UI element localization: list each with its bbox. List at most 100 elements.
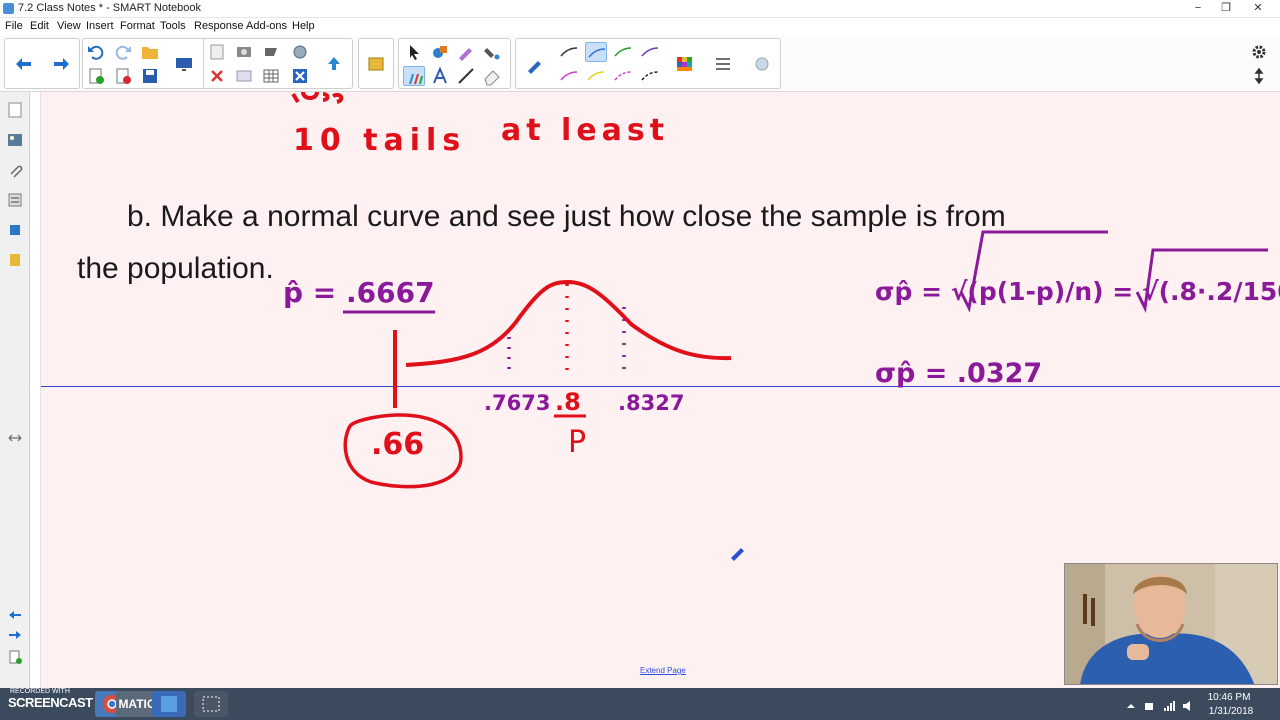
sidebar-forward-icon[interactable] (7, 627, 23, 643)
fill-icon[interactable] (481, 42, 503, 62)
line-width-icon[interactable] (712, 54, 734, 74)
network-tray-icon[interactable] (1163, 699, 1175, 711)
webcam-overlay (1064, 563, 1278, 685)
menu-view[interactable]: View (57, 20, 81, 32)
pen-color-magenta-dashed[interactable] (612, 66, 634, 86)
cut-off-ink (291, 92, 344, 104)
attachments-icon[interactable] (7, 162, 23, 178)
windows-taskbar: RECORDED WITH SCREENCAST MATIC (0, 688, 1280, 720)
phat-label: p̂ = .6667 (283, 276, 435, 309)
document-camera-icon[interactable] (289, 42, 311, 62)
canvas-margin (30, 92, 41, 688)
taskbar-smart-notebook-icon[interactable] (152, 691, 186, 717)
pen-style-icon[interactable] (524, 54, 546, 74)
tools-group (398, 38, 511, 89)
delete-page-icon[interactable] (112, 66, 134, 86)
undo-icon[interactable] (85, 42, 107, 62)
extend-page-link[interactable]: Extend Page (640, 666, 686, 675)
measurement-tools-icon[interactable] (323, 54, 345, 74)
recorded-with-label: RECORDED WITH (10, 688, 70, 695)
lock-icon[interactable] (365, 54, 387, 74)
pen-cursor-icon (731, 548, 744, 561)
screen-capture-icon[interactable] (233, 42, 255, 62)
shape-icon[interactable] (429, 42, 451, 62)
power-tray-icon[interactable] (1143, 699, 1155, 711)
expand-sidebar-icon[interactable] (7, 430, 23, 446)
display-icon[interactable] (173, 54, 195, 74)
pen-color-blue[interactable] (585, 42, 607, 62)
restore-button[interactable]: ❐ (1216, 2, 1236, 15)
p-axis-label: P (568, 425, 586, 460)
taskbar-snipping-icon[interactable] (194, 691, 228, 717)
tick-label-right: .8327 (618, 391, 684, 415)
properties-icon[interactable] (7, 192, 23, 208)
addons-icon[interactable] (7, 222, 23, 238)
sigma-value: σp̂ = .0327 (875, 358, 1042, 389)
tick-label-left: .7673 (484, 391, 550, 415)
menu-addons[interactable]: Add-ons (246, 20, 287, 32)
sidebar-back-icon[interactable] (7, 607, 23, 623)
volume-tray-icon[interactable] (1182, 699, 1194, 711)
menu-file[interactable]: File (5, 20, 23, 32)
smart-notebook-window: 7.2 Class Notes * - SMART Notebook − ❐ ✕… (0, 0, 1280, 720)
minimize-button[interactable]: − (1188, 2, 1208, 15)
forward-arrow-icon[interactable] (50, 54, 72, 74)
eraser-icon[interactable] (481, 66, 503, 86)
paste-icon[interactable] (206, 42, 228, 62)
pen-color-black[interactable] (558, 42, 580, 62)
screencast-logo: SCREENCAST (8, 695, 93, 710)
redo-icon[interactable] (112, 42, 134, 62)
screen-shade-icon[interactable] (233, 66, 255, 86)
page-sorter-icon[interactable] (7, 102, 23, 118)
text-icon[interactable] (429, 66, 451, 86)
lesson-activity-icon[interactable] (7, 252, 23, 268)
back-arrow-icon[interactable] (13, 54, 35, 74)
delete-icon[interactable] (206, 66, 228, 86)
menu-response[interactable]: Response (194, 20, 244, 32)
normal-curve (405, 279, 732, 367)
save-icon[interactable] (139, 66, 161, 86)
move-toolbar-icon[interactable] (1248, 66, 1270, 86)
main-toolbar (0, 36, 1280, 92)
color-palette-icon[interactable] (673, 54, 695, 74)
show-hidden-icons-icon[interactable] (1125, 699, 1137, 711)
menu-insert[interactable]: Insert (86, 20, 114, 32)
line-icon[interactable] (455, 66, 477, 86)
extra-group (358, 38, 394, 89)
sigma-formula: σp̂ = √(p(1-p)/n) = √(.8·.2/150) (875, 277, 1280, 306)
app-icon (3, 3, 14, 14)
clock-date[interactable]: 1/31/2018 (1206, 706, 1256, 717)
transparency-icon[interactable] (751, 54, 773, 74)
pen-color-yellow[interactable] (585, 66, 607, 86)
menu-tools[interactable]: Tools (160, 20, 186, 32)
menu-format[interactable]: Format (120, 20, 155, 32)
menu-help[interactable]: Help (292, 20, 315, 32)
window-title: 7.2 Class Notes * - SMART Notebook (18, 2, 202, 14)
open-folder-icon[interactable] (139, 42, 161, 62)
close-box-icon[interactable] (289, 66, 311, 86)
clock-time[interactable]: 10:46 PM (1206, 692, 1252, 703)
table-icon[interactable] (260, 42, 282, 62)
gallery-icon[interactable] (7, 132, 23, 148)
top-handwriting-1: 10 tails (293, 123, 466, 158)
menu-edit[interactable]: Edit (30, 20, 49, 32)
add-page-icon[interactable] (85, 66, 107, 86)
tick-label-center: .8 (555, 388, 581, 416)
pen-color-green[interactable] (612, 42, 634, 62)
pen-color-purple[interactable] (639, 42, 661, 62)
page-group (82, 38, 208, 89)
sidebar-add-page-icon[interactable] (7, 649, 23, 665)
pen-style-group (515, 38, 781, 89)
screencast-brand: SCREENCAST (8, 695, 93, 710)
title-bar: 7.2 Class Notes * - SMART Notebook − ❐ ✕ (0, 0, 1280, 18)
settings-icon[interactable] (1248, 42, 1270, 62)
menu-bar: File Edit View Insert Format Tools Respo… (0, 18, 1280, 36)
close-button[interactable]: ✕ (1248, 2, 1268, 15)
side-tabs (0, 92, 30, 688)
grid-icon[interactable] (260, 66, 282, 86)
pen-icon[interactable] (403, 66, 425, 86)
magic-pen-icon[interactable] (455, 42, 477, 62)
pen-color-magenta[interactable] (558, 66, 580, 86)
select-icon[interactable] (403, 42, 425, 62)
pen-color-black-dashed[interactable] (639, 66, 661, 86)
